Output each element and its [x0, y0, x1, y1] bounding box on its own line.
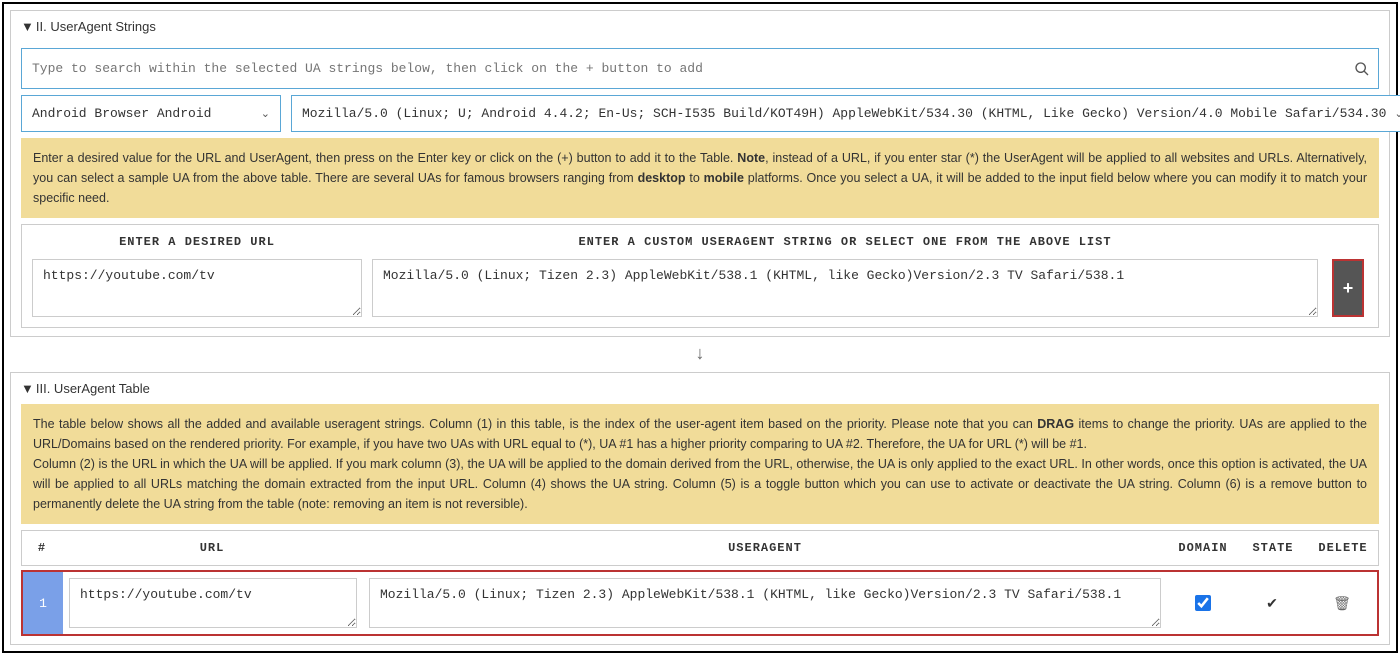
arrow-down-icon: ↓	[4, 343, 1396, 364]
th-url: URL	[62, 531, 362, 565]
ua-search-input[interactable]	[22, 49, 1354, 88]
chevron-down-icon: ⌄	[261, 107, 270, 121]
collapse-icon: ▼	[21, 19, 34, 34]
browser-select-value: Android Browser Android	[32, 106, 253, 121]
section2-header[interactable]: ▼II. UserAgent Strings	[11, 11, 1389, 42]
section3-notice: The table below shows all the added and …	[21, 404, 1379, 524]
row-state-toggle[interactable]: ✔	[1266, 595, 1278, 612]
th-index: #	[22, 531, 62, 565]
notice-text: Enter a desired value for the URL and Us…	[33, 151, 737, 165]
section2-notice: Enter a desired value for the URL and Us…	[21, 138, 1379, 218]
notice-bold: Note	[737, 151, 765, 165]
add-button[interactable]: +	[1332, 259, 1364, 317]
row-url-input[interactable]	[69, 578, 357, 628]
notice-text: Column (2) is the URL in which the UA wi…	[33, 457, 1367, 511]
entry-block: ENTER A DESIRED URL ENTER A CUSTOM USERA…	[21, 224, 1379, 328]
collapse-icon: ▼	[21, 381, 34, 396]
section3-title: III. UserAgent Table	[36, 381, 150, 396]
ua-search-row	[21, 48, 1379, 89]
url-input[interactable]	[32, 259, 362, 317]
row-delete-button[interactable]: 🗑	[1333, 595, 1351, 612]
ua-preset-value: Mozilla/5.0 (Linux; U; Android 4.4.2; En…	[302, 106, 1386, 121]
section3-header[interactable]: ▼III. UserAgent Table	[11, 373, 1389, 404]
ua-preset-select[interactable]: Mozilla/5.0 (Linux; U; Android 4.4.2; En…	[291, 95, 1400, 132]
th-delete: DELETE	[1308, 531, 1378, 565]
search-icon[interactable]	[1354, 61, 1370, 77]
ua-input[interactable]	[372, 259, 1318, 317]
th-domain: DOMAIN	[1168, 531, 1238, 565]
notice-bold: DRAG	[1037, 417, 1074, 431]
table-row[interactable]: 1 ✔ 🗑	[21, 570, 1379, 636]
section2-title: II. UserAgent Strings	[36, 19, 156, 34]
notice-text: The table below shows all the added and …	[33, 417, 1037, 431]
browser-select[interactable]: Android Browser Android ⌄	[21, 95, 281, 132]
chevron-down-icon: ⌄	[1394, 107, 1400, 121]
section-useragent-table: ▼III. UserAgent Table The table below sh…	[10, 372, 1390, 645]
notice-bold: mobile	[704, 171, 744, 185]
notice-bold: desktop	[638, 171, 686, 185]
notice-text: to	[686, 171, 704, 185]
row-domain-checkbox[interactable]	[1195, 595, 1211, 611]
section-useragent-strings: ▼II. UserAgent Strings Android Browser A…	[10, 10, 1390, 337]
plus-icon: +	[1343, 278, 1354, 299]
ua-input-header: ENTER A CUSTOM USERAGENT STRING OR SELEC…	[372, 235, 1318, 249]
row-index[interactable]: 1	[23, 572, 63, 634]
th-state: STATE	[1238, 531, 1308, 565]
url-input-header: ENTER A DESIRED URL	[32, 235, 362, 249]
table-header-row: # URL USERAGENT DOMAIN STATE DELETE	[21, 530, 1379, 566]
row-ua-input[interactable]	[369, 578, 1161, 628]
th-useragent: USERAGENT	[362, 531, 1168, 565]
